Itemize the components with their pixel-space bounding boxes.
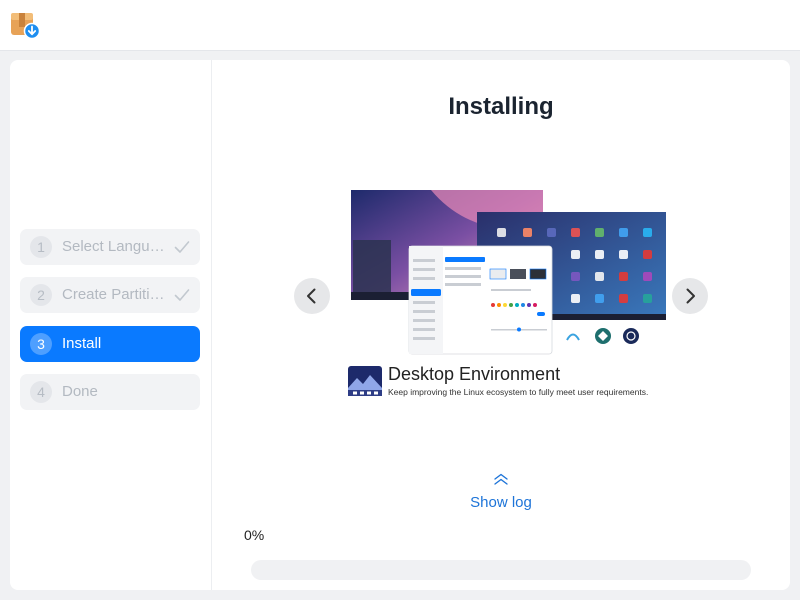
progress-percent: 0% (244, 527, 265, 543)
show-log-link[interactable]: Show log (212, 494, 790, 511)
step-install[interactable]: 3 Install (20, 326, 200, 362)
step-select-language[interactable]: 1 Select Language (20, 229, 200, 265)
step-number: 2 (30, 284, 52, 306)
main-panel: 1 Select Language 2 Create Partitions 3 … (10, 60, 790, 590)
step-label: Select Language (62, 238, 172, 255)
step-create-partitions[interactable]: 2 Create Partitions (20, 277, 200, 313)
step-label: Create Partitions (62, 286, 172, 303)
chevron-left-icon (307, 288, 316, 304)
check-icon (174, 289, 190, 301)
step-number: 4 (30, 381, 52, 403)
step-label: Install (62, 335, 102, 352)
feature-slide: Desktop Environment Keep improving the L… (341, 188, 666, 403)
step-done[interactable]: 4 Done (20, 374, 200, 410)
desktop-preview-image (351, 190, 666, 355)
slide-subtitle: Keep improving the Linux ecosystem to fu… (388, 387, 649, 397)
next-slide-button[interactable] (672, 278, 708, 314)
double-chevron-up-icon[interactable] (493, 471, 509, 487)
title-bar (0, 0, 800, 51)
installer-package-icon (11, 13, 40, 40)
previous-slide-button[interactable] (294, 278, 330, 314)
step-label: Done (62, 383, 98, 400)
desktop-environment-logo (348, 366, 382, 396)
step-number: 1 (30, 236, 52, 258)
page-title: Installing (448, 93, 554, 120)
steps-sidebar: 1 Select Language 2 Create Partitions 3 … (10, 60, 212, 590)
slide-title: Desktop Environment (388, 364, 561, 384)
progress-bar (251, 560, 751, 580)
install-content: Installing Desktop Environment Keep impr… (212, 60, 790, 590)
step-number: 3 (30, 333, 52, 355)
check-icon (174, 241, 190, 253)
chevron-right-icon (686, 288, 695, 304)
